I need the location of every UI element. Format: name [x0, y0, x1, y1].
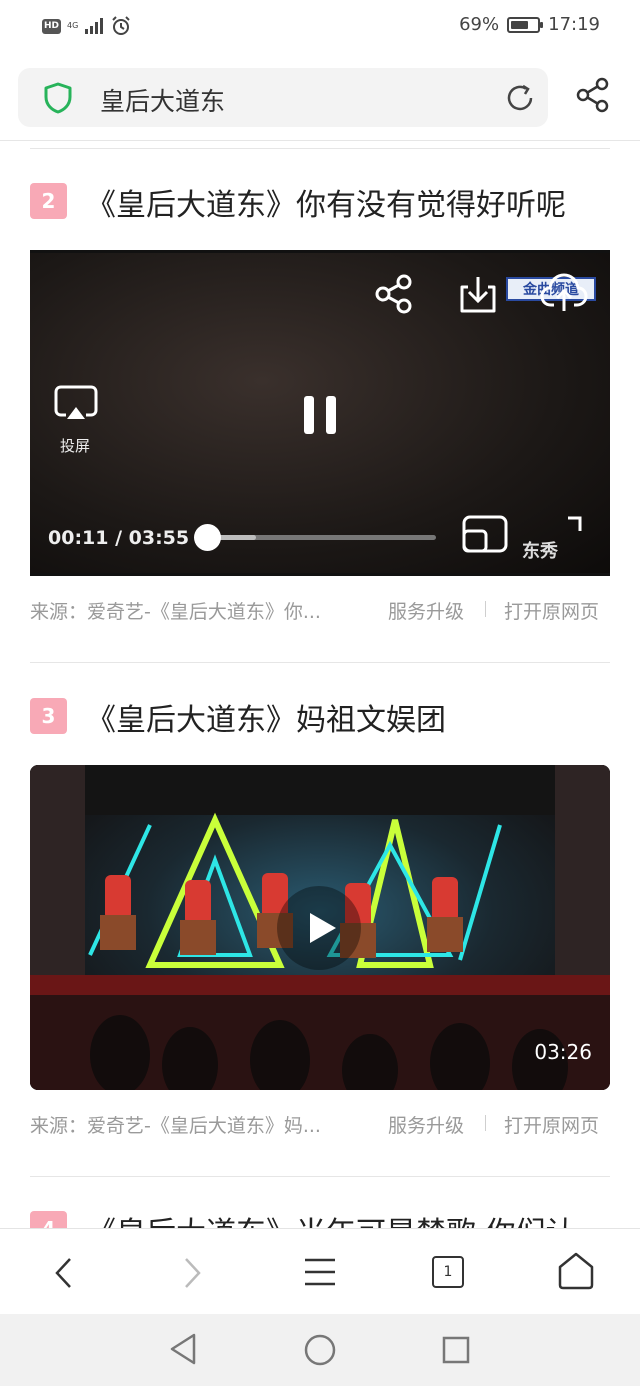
- service-upgrade-link[interactable]: 服务升级: [388, 597, 464, 624]
- result-title[interactable]: 《皇后大道东》妈祖文娱团: [86, 695, 446, 739]
- divider: [30, 148, 610, 149]
- separator: [485, 1115, 486, 1131]
- nav-recents-icon[interactable]: [442, 1336, 470, 1364]
- progress-thumb[interactable]: [194, 524, 222, 551]
- menu-icon[interactable]: [303, 1255, 337, 1289]
- battery-percent: 69%: [459, 14, 500, 35]
- alarm-icon: [112, 16, 130, 35]
- nav-home-icon[interactable]: [304, 1334, 336, 1366]
- video-player[interactable]: 金曲频道 投屏 00:11 / 03:55 东秀: [30, 250, 610, 576]
- open-original-link[interactable]: 打开原网页: [504, 597, 599, 624]
- pause-icon[interactable]: [302, 394, 338, 436]
- video-thumbnail[interactable]: 03:26: [30, 765, 610, 1090]
- share-icon[interactable]: [374, 273, 414, 315]
- video-watermark: 东秀: [522, 541, 558, 562]
- rank-badge: 2: [30, 183, 67, 219]
- playback-time: 00:11 / 03:55: [48, 527, 190, 549]
- forward-icon[interactable]: [178, 1255, 206, 1291]
- status-bar: HD 4G 69% 17:19: [0, 0, 640, 56]
- open-original-link[interactable]: 打开原网页: [504, 1111, 599, 1138]
- refresh-icon[interactable]: [504, 82, 536, 114]
- rank-badge: 3: [30, 698, 67, 734]
- download-icon[interactable]: [457, 273, 499, 315]
- source-text[interactable]: 来源：爱奇艺-《皇后大道东》你...: [30, 597, 321, 624]
- divider: [30, 1176, 610, 1177]
- search-query[interactable]: 皇后大道东: [100, 82, 225, 118]
- cast-label[interactable]: 投屏: [60, 435, 90, 456]
- result-title[interactable]: 《皇后大道东》你有没有觉得好听呢: [86, 180, 566, 224]
- address-bar[interactable]: 皇后大道东: [18, 68, 548, 127]
- source-row: 来源：爱奇艺-《皇后大道东》妈... 服务升级 打开原网页: [30, 1111, 610, 1137]
- browser-toolbar: 1: [0, 1228, 640, 1314]
- source-row: 来源：爱奇艺-《皇后大道东》你... 服务升级 打开原网页: [30, 597, 610, 623]
- back-icon[interactable]: [50, 1255, 78, 1291]
- video-duration: 03:26: [534, 1040, 592, 1064]
- service-upgrade-link[interactable]: 服务升级: [388, 1111, 464, 1138]
- signal-icon: [85, 18, 103, 34]
- hd-badge: HD: [42, 18, 61, 34]
- home-icon[interactable]: [557, 1251, 595, 1291]
- clock: 17:19: [548, 14, 600, 35]
- divider: [30, 662, 610, 663]
- play-icon[interactable]: [276, 885, 362, 971]
- share-icon[interactable]: [575, 77, 611, 113]
- progress-bar[interactable]: [194, 524, 436, 551]
- source-text[interactable]: 来源：爱奇艺-《皇后大道东》妈...: [30, 1111, 321, 1138]
- picture-in-picture-icon[interactable]: [462, 515, 508, 553]
- fullscreen-icon[interactable]: [566, 515, 584, 535]
- cloud-upload-icon[interactable]: [540, 271, 588, 315]
- shield-icon: [44, 82, 72, 114]
- tabs-button[interactable]: 1: [432, 1256, 464, 1288]
- nav-back-icon[interactable]: [168, 1332, 198, 1366]
- cast-icon[interactable]: [54, 385, 98, 425]
- network-type: 4G: [67, 21, 79, 30]
- system-nav-bar: [0, 1314, 640, 1386]
- separator: [485, 601, 486, 617]
- header-divider: [0, 140, 640, 141]
- battery-icon: [507, 16, 544, 33]
